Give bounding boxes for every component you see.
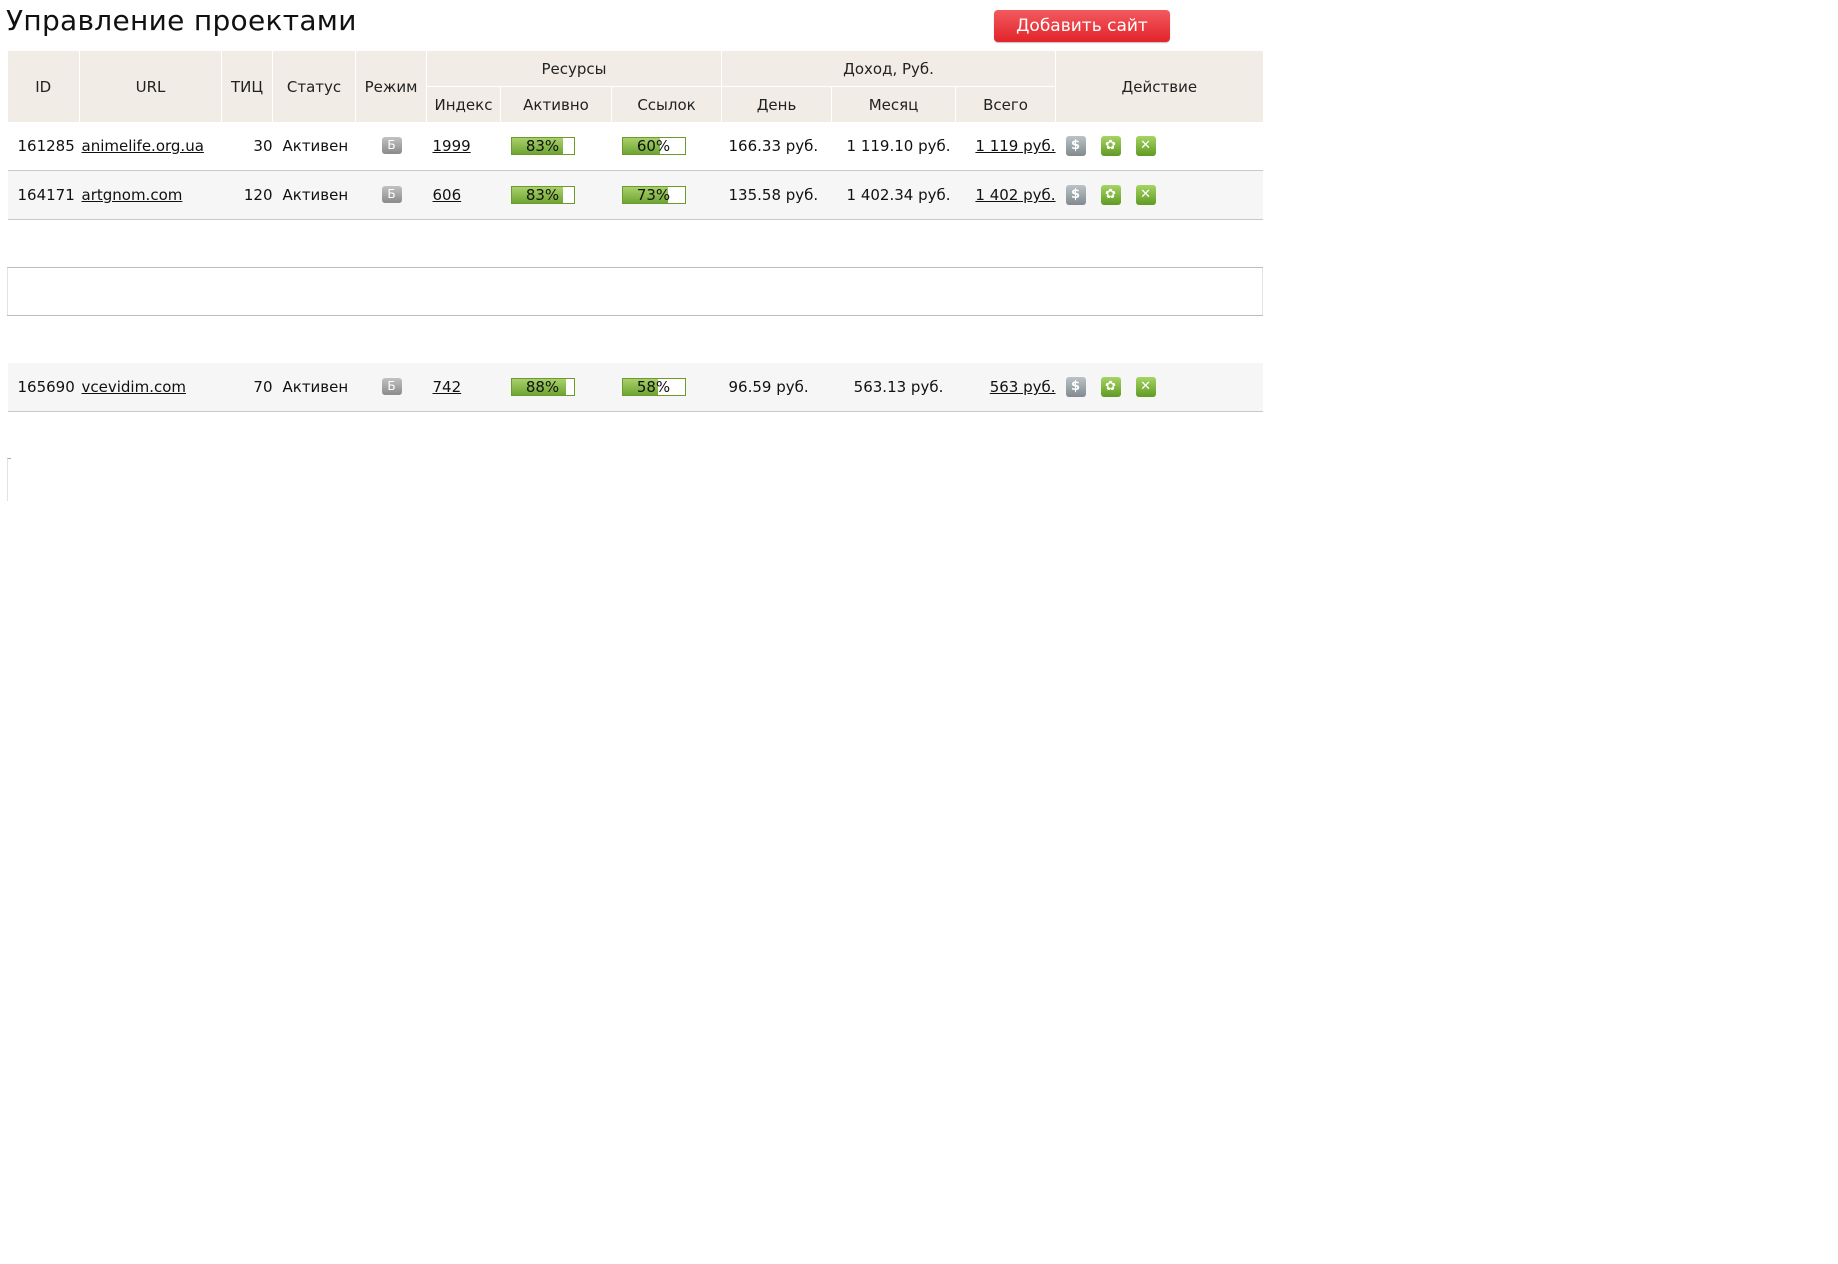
site-id: 161285 bbox=[7, 122, 80, 171]
active-progress-bar: 83% bbox=[510, 137, 575, 156]
income-month: 1 402.34 руб. bbox=[831, 170, 956, 220]
income-total-link[interactable]: 563 руб. bbox=[990, 378, 1056, 396]
header-resources-group: Ресурсы bbox=[426, 51, 723, 87]
close-icon[interactable]: ✕ bbox=[1135, 136, 1156, 156]
income-day: 96.59 руб. bbox=[721, 363, 832, 412]
site-tic: 70 bbox=[221, 363, 273, 412]
site-id: 164171 bbox=[7, 170, 80, 220]
projects-table: ID URL ТИЦ Статус Режим Ресурсы Доход, Р… bbox=[6, 51, 1264, 412]
index-link[interactable]: 606 bbox=[433, 186, 462, 204]
site-tic: 120 bbox=[221, 170, 273, 220]
site-url-link[interactable]: artgnom.com bbox=[82, 186, 183, 204]
header-active: Активно bbox=[500, 86, 612, 122]
site-url-link[interactable]: animelife.org.ua bbox=[82, 137, 204, 155]
links-progress-label: 60% bbox=[636, 137, 671, 156]
site-url-link[interactable]: vcevidim.com bbox=[82, 378, 187, 396]
table-row: 165690 vcevidim.com 70 Активен Б 742 88%… bbox=[7, 363, 1263, 412]
header-month: Месяц bbox=[831, 86, 957, 122]
index-link[interactable]: 1999 bbox=[433, 137, 471, 155]
table-row: 161285 animelife.org.ua 30 Активен Б 199… bbox=[7, 122, 1263, 171]
links-progress-bar: 60% bbox=[621, 137, 686, 156]
gear-icon[interactable]: ✿ bbox=[1100, 377, 1121, 397]
close-icon[interactable]: ✕ bbox=[1135, 377, 1156, 397]
header-action: Действие bbox=[1055, 51, 1263, 122]
income-total-link[interactable]: 1 402 руб. bbox=[975, 186, 1055, 204]
empty-row bbox=[7, 219, 1263, 268]
income-day: 166.33 руб. bbox=[721, 122, 832, 171]
site-status: Активен bbox=[272, 170, 356, 220]
header-mode: Режим bbox=[355, 51, 427, 122]
links-progress-bar: 73% bbox=[621, 186, 686, 205]
index-link[interactable]: 742 bbox=[433, 378, 462, 396]
active-progress-bar: 83% bbox=[510, 186, 575, 205]
mode-badge-icon[interactable]: Б bbox=[381, 185, 402, 203]
header-id: ID bbox=[7, 51, 80, 122]
table-fragment bbox=[7, 458, 11, 501]
site-status: Активен bbox=[272, 363, 356, 412]
header-tic: ТИЦ bbox=[221, 51, 273, 122]
site-id: 165690 bbox=[7, 363, 80, 412]
gear-icon[interactable]: ✿ bbox=[1100, 136, 1121, 156]
header-status: Статус bbox=[272, 51, 356, 122]
empty-row bbox=[7, 315, 1263, 363]
links-progress-bar: 58% bbox=[621, 378, 686, 397]
income-day: 135.58 руб. bbox=[721, 170, 832, 220]
dollar-icon[interactable]: $ bbox=[1065, 377, 1086, 397]
mode-badge-icon[interactable]: Б bbox=[381, 377, 402, 395]
site-status: Активен bbox=[272, 122, 356, 171]
gear-icon[interactable]: ✿ bbox=[1100, 185, 1121, 205]
empty-row bbox=[6, 267, 1264, 316]
table-row: 164171 artgnom.com 120 Активен Б 606 83%… bbox=[7, 170, 1263, 220]
active-progress-label: 83% bbox=[525, 186, 560, 205]
links-progress-label: 73% bbox=[636, 186, 671, 205]
mode-badge-icon[interactable]: Б bbox=[381, 136, 402, 154]
active-progress-bar: 88% bbox=[510, 378, 575, 397]
close-icon[interactable]: ✕ bbox=[1135, 185, 1156, 205]
page-title: Управление проектами bbox=[6, 4, 357, 37]
income-month: 1 119.10 руб. bbox=[831, 122, 956, 171]
header-income-group: Доход, Руб. bbox=[721, 51, 1057, 87]
header-links: Ссылок bbox=[611, 86, 723, 122]
header-total: Всего bbox=[955, 86, 1057, 122]
income-month: 563.13 руб. bbox=[831, 363, 956, 412]
header-url: URL bbox=[79, 51, 222, 122]
active-progress-label: 83% bbox=[525, 137, 560, 156]
dollar-icon[interactable]: $ bbox=[1065, 136, 1086, 156]
site-tic: 30 bbox=[221, 122, 273, 171]
header-day: День bbox=[721, 86, 833, 122]
links-progress-label: 58% bbox=[636, 378, 671, 397]
dollar-icon[interactable]: $ bbox=[1065, 185, 1086, 205]
header-index: Индекс bbox=[426, 86, 501, 122]
active-progress-label: 88% bbox=[525, 378, 560, 397]
income-total-link[interactable]: 1 119 руб. bbox=[975, 137, 1055, 155]
add-site-button[interactable]: Добавить сайт bbox=[994, 10, 1170, 42]
